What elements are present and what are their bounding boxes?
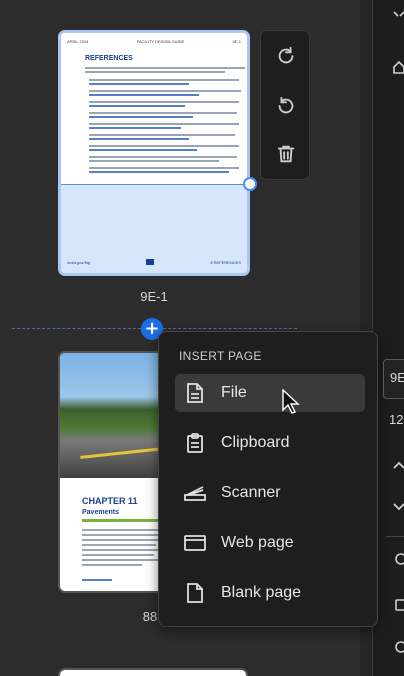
text-line <box>82 554 154 556</box>
rotate-clockwise-button[interactable] <box>271 41 301 71</box>
page-header-left: APRIL 2024 <box>67 39 89 44</box>
text-line <box>82 549 160 551</box>
plus-icon: + <box>144 318 160 339</box>
mouse-cursor-icon <box>282 389 300 414</box>
chapter-title: Pavements <box>82 509 119 516</box>
menu-item-label: Scanner <box>221 484 281 501</box>
link-line <box>89 138 189 140</box>
rotate-counterclockwise-button[interactable] <box>271 91 301 121</box>
menu-item-label: File <box>221 384 247 401</box>
text-line <box>82 544 156 546</box>
logo-icon <box>146 259 155 265</box>
divider <box>386 536 404 537</box>
text-line <box>85 71 225 73</box>
accent-bar <box>82 519 160 522</box>
page-label: 9E-1 <box>140 289 168 304</box>
chapter-number: CHAPTER 11 <box>82 496 138 506</box>
delete-page-button[interactable] <box>271 139 301 169</box>
trash-icon <box>277 145 295 163</box>
text-line <box>89 123 239 125</box>
text-line <box>82 564 142 566</box>
text-line <box>89 134 235 136</box>
text-line <box>82 529 160 531</box>
page-thumbnail-next[interactable] <box>58 668 248 676</box>
page-number-field[interactable]: 9E <box>383 359 404 399</box>
page-thumbnail-9e-1[interactable]: APRIL 2024 FACILITY DESIGN GUIDE 9E-1 RE… <box>58 30 250 276</box>
rotate-clockwise-icon <box>278 46 294 64</box>
rotate-counterclockwise-icon <box>278 96 294 114</box>
resize-handle[interactable] <box>243 177 257 191</box>
text-line <box>89 145 239 147</box>
page-header-right: 9E-1 <box>232 39 241 44</box>
menu-item-web-page[interactable]: Web page <box>175 524 365 562</box>
text-line <box>82 534 158 536</box>
scanner-icon <box>175 474 215 512</box>
text-line <box>89 156 237 158</box>
menu-item-label: Clipboard <box>221 434 290 451</box>
chevron-up-icon[interactable] <box>392 458 404 472</box>
zoom-icon[interactable] <box>392 640 404 654</box>
compress-icon[interactable] <box>392 10 404 24</box>
text-line <box>89 160 219 162</box>
text-line <box>89 79 239 81</box>
menu-item-label: Web page <box>221 534 294 551</box>
menu-item-label: Blank page <box>221 584 302 601</box>
file-icon <box>175 374 215 412</box>
link-line <box>89 116 193 118</box>
menu-item-clipboard[interactable]: Clipboard <box>175 424 365 462</box>
menu-title: INSERT PAGE <box>179 349 262 363</box>
text-line <box>85 67 245 69</box>
menu-item-scanner[interactable]: Scanner <box>175 474 365 512</box>
page-label: 88 <box>142 609 158 624</box>
home-icon[interactable] <box>392 60 404 74</box>
link-line <box>89 94 199 96</box>
text-line <box>82 539 160 541</box>
link-line <box>89 149 197 151</box>
menu-item-blank-page[interactable]: Blank page <box>175 574 365 612</box>
page-footer: mdot.gov/fdg 9 REFERENCES <box>67 259 241 265</box>
text-line <box>89 90 241 92</box>
blank-page-icon <box>175 574 215 612</box>
clipboard-icon <box>175 424 215 462</box>
text-line <box>89 112 237 114</box>
link-line <box>89 171 229 173</box>
link-line <box>89 105 185 107</box>
page-content-area: APRIL 2024 FACILITY DESIGN GUIDE 9E-1 RE… <box>61 33 247 185</box>
page-footer-left: mdot.gov/fdg <box>67 259 91 265</box>
page-number-value: 9E <box>390 370 404 385</box>
text-line <box>82 559 160 561</box>
logo-line <box>82 579 112 581</box>
text-line <box>89 101 239 103</box>
page-header: APRIL 2024 FACILITY DESIGN GUIDE 9E-1 <box>67 39 241 44</box>
text-line <box>89 167 239 169</box>
link-line <box>89 83 189 85</box>
page-heading: REFERENCES <box>85 55 133 62</box>
menu-item-file[interactable]: File <box>175 374 365 412</box>
page-tools-panel <box>260 30 310 180</box>
page-count: 12 <box>389 412 404 427</box>
web-page-icon <box>175 524 215 562</box>
save-icon[interactable] <box>392 598 404 612</box>
refresh-icon[interactable] <box>392 552 404 566</box>
page-selection-overlay: mdot.gov/fdg 9 REFERENCES <box>61 185 247 273</box>
page-header-center: FACILITY DESIGN GUIDE <box>136 39 185 44</box>
insert-page-menu: INSERT PAGE File Clipboard Scanner Web p… <box>158 331 378 627</box>
link-line <box>89 127 181 129</box>
page-footer-right: 9 REFERENCES <box>210 259 241 265</box>
chevron-down-icon[interactable] <box>392 500 404 514</box>
